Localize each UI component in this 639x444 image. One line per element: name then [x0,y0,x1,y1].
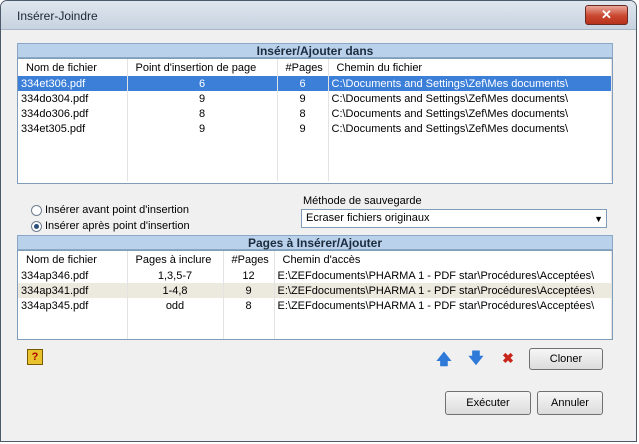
cell-pages: 8 [277,106,329,121]
cell-filename: 334ap341.pdf [18,283,128,298]
radio-label: Insérer avant point d'insertion [45,204,189,216]
column-header[interactable]: Nom de fichier [18,251,128,268]
radio-dot-selected[interactable] [31,220,42,232]
cancel-button[interactable]: Annuler [537,391,603,415]
cell-filename: 334do306.pdf [18,106,128,121]
column-header[interactable]: Pages à inclure [127,251,224,268]
cell-filename: 334et305.pdf [18,121,128,136]
cell-insert-point: 9 [127,121,278,136]
cell-insert-point: 8 [127,106,278,121]
cell-path: E:\ZEFdocuments\PHARMA 1 - PDF star\Proc… [274,298,612,313]
cell-path: C:\Documents and Settings\Zef\Mes docume… [328,91,612,106]
cell-path: E:\ZEFdocuments\PHARMA 1 - PDF star\Proc… [274,268,612,283]
cell-path: C:\Documents and Settings\Zef\Mes docume… [328,106,612,121]
column-header[interactable]: Chemin du fichier [328,59,612,76]
cell-insert-point: 6 [127,76,278,91]
insert-section-header: Insérer/Ajouter dans [17,43,613,58]
table-row[interactable]: 334ap345.pdf odd 8 E:\ZEFdocuments\PHARM… [18,298,612,313]
column-header[interactable]: #Pages [277,59,329,76]
save-method-value: Ecraser fichiers originaux [306,212,430,224]
empty-row [18,136,612,151]
insert-grid[interactable]: Nom de fichier Point d'insertion de page… [17,58,613,184]
title-bar[interactable]: Insérer-Joindre ✕ [1,1,636,30]
cell-path: E:\ZEFdocuments\PHARMA 1 - PDF star\Proc… [274,283,612,298]
table-row[interactable]: 334ap346.pdf 1,3,5-7 12 E:\ZEFdocuments\… [18,268,612,283]
execute-button[interactable]: Exécuter [445,391,531,415]
empty-row [18,151,612,166]
delete-icon[interactable]: ✖ [499,349,517,367]
cell-filename: 334do304.pdf [18,91,128,106]
cell-pages: 12 [223,268,275,283]
cell-pages: 9 [277,91,329,106]
empty-row [18,328,612,339]
radio-insert-after[interactable]: Insérer après point d'insertion [31,220,190,232]
radio-label: Insérer après point d'insertion [45,220,190,232]
cell-pages-included: 1-4,8 [127,283,224,298]
table-row[interactable]: 334do306.pdf 8 8 C:\Documents and Settin… [18,106,612,121]
help-icon[interactable]: ? [27,349,43,365]
cell-pages-included: 1,3,5-7 [127,268,224,283]
save-method-label: Méthode de sauvegarde [303,195,422,207]
close-button[interactable]: ✕ [585,5,628,25]
table-row[interactable]: 334do304.pdf 9 9 C:\Documents and Settin… [18,91,612,106]
radio-dot[interactable] [31,204,42,216]
cell-filename: 334ap345.pdf [18,298,128,313]
column-header[interactable]: Point d'insertion de page [127,59,278,76]
dialog-window: Insérer-Joindre ✕ Insérer/Ajouter dans N… [0,0,637,442]
column-header[interactable]: Nom de fichier [18,59,128,76]
radio-insert-before[interactable]: Insérer avant point d'insertion [31,204,189,216]
empty-row [18,313,612,328]
cell-path: C:\Documents and Settings\Zef\Mes docume… [328,76,612,91]
cell-filename: 334ap346.pdf [18,268,128,283]
column-header[interactable]: #Pages [223,251,275,268]
save-method-dropdown[interactable]: Ecraser fichiers originaux ▼ [301,209,607,228]
table-row[interactable]: 334et305.pdf 9 9 C:\Documents and Settin… [18,121,612,136]
chevron-down-icon[interactable]: ▼ [594,214,603,224]
cell-pages: 9 [277,121,329,136]
column-header[interactable]: Chemin d'accès [274,251,612,268]
table-row[interactable]: 334et306.pdf 6 6 C:\Documents and Settin… [18,76,612,91]
window-title: Insérer-Joindre [17,9,98,23]
empty-row [18,166,612,181]
insert-grid-header-row: Nom de fichier Point d'insertion de page… [18,59,612,76]
cell-path: C:\Documents and Settings\Zef\Mes docume… [328,121,612,136]
move-up-icon[interactable]: 🡅 [435,351,453,369]
cell-filename: 334et306.pdf [18,76,128,91]
cell-pages-included: odd [127,298,224,313]
pages-grid-header-row: Nom de fichier Pages à inclure #Pages Ch… [18,251,612,268]
pages-section-header: Pages à Insérer/Ajouter [17,235,613,250]
cell-pages: 6 [277,76,329,91]
cell-pages: 9 [223,283,275,298]
pages-grid[interactable]: Nom de fichier Pages à inclure #Pages Ch… [17,250,613,340]
cell-insert-point: 9 [127,91,278,106]
move-down-icon[interactable]: 🡇 [467,350,485,368]
cell-pages: 8 [223,298,275,313]
table-row[interactable]: 334ap341.pdf 1-4,8 9 E:\ZEFdocuments\PHA… [18,283,612,298]
dialog-client: Insérer/Ajouter dans Nom de fichier Poin… [9,31,628,433]
clone-button[interactable]: Cloner [529,348,603,370]
